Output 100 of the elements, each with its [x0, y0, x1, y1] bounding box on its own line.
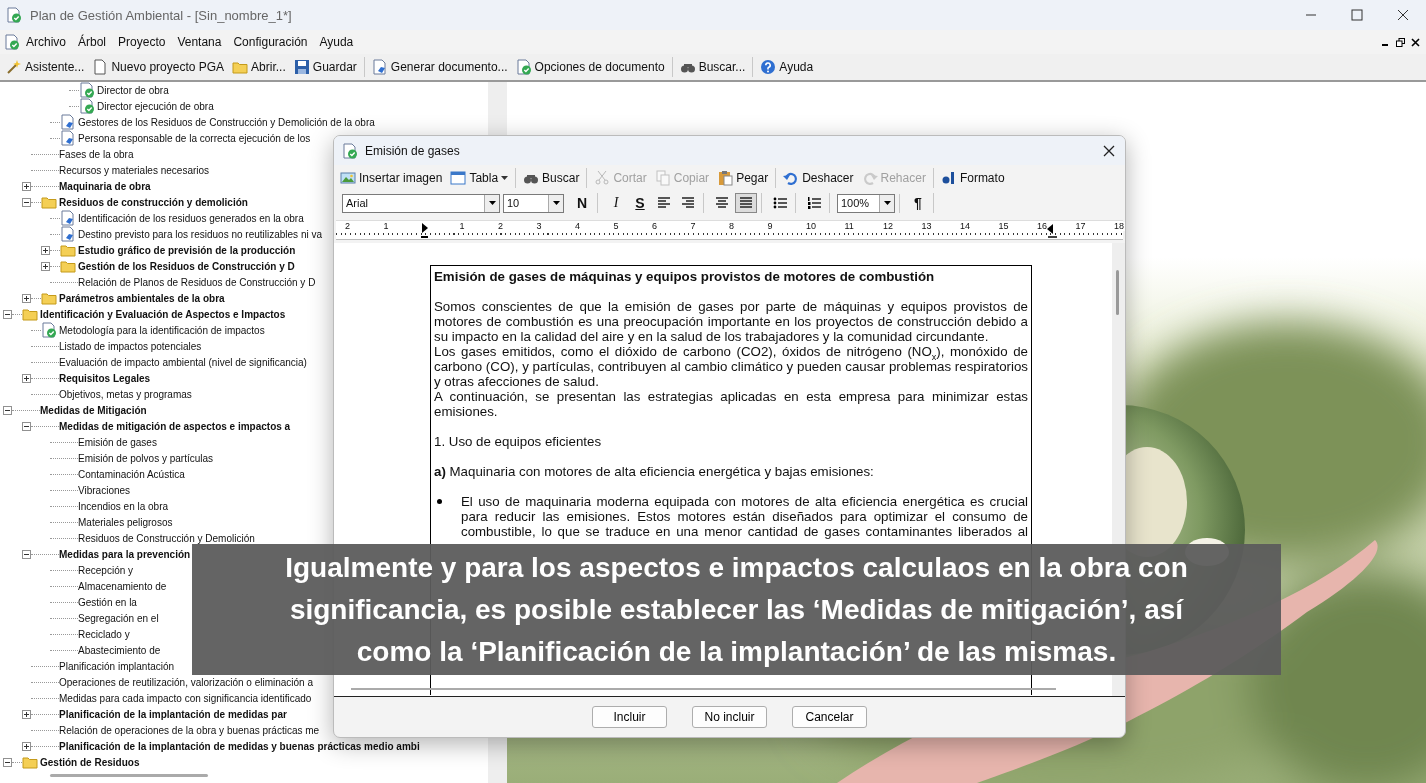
expand-toggle[interactable] — [3, 309, 12, 319]
tree-item[interactable]: Incendios en la obra — [78, 500, 169, 512]
tree-item[interactable]: Destino previsto para los residuos no reutilizables ni va — [78, 228, 322, 240]
tree-item[interactable]: Medidas para la prevención — [59, 548, 191, 560]
maximize-icon[interactable] — [1351, 9, 1363, 21]
toolbar-button[interactable]: Opciones de documento — [511, 57, 669, 77]
toolbar-button[interactable]: Nuevo proyecto PGA — [88, 57, 229, 77]
tree-item[interactable]: Emisión de polvos y partículas — [78, 452, 214, 464]
tree-item[interactable]: Metodología para la identificación de impactos — [59, 324, 265, 336]
tree-item[interactable]: Recursos y materiales necesarios — [59, 164, 210, 176]
tree-item[interactable]: Requisitos Legales — [59, 372, 151, 384]
menu-item[interactable]: Árbol — [72, 35, 113, 49]
toolbar-button[interactable]: Ayuda — [756, 57, 818, 77]
table-icon — [450, 170, 467, 186]
tree-item[interactable]: Maquinaria de obra — [59, 180, 151, 192]
expand-toggle[interactable] — [22, 741, 31, 751]
toolbar-button[interactable]: Guardar — [289, 57, 361, 77]
toolbar-button[interactable]: Insertar imagen — [336, 168, 447, 188]
expand-toggle[interactable] — [3, 757, 12, 767]
toolbar-button[interactable]: Buscar... — [675, 57, 750, 77]
toolbar-button[interactable]: Buscar — [519, 168, 584, 188]
tree-item[interactable]: Identificación y Evaluación de Aspectos e Impactos — [40, 308, 286, 320]
expand-toggle[interactable] — [22, 181, 31, 191]
tree-item[interactable]: Medidas de Mitigación — [40, 404, 147, 416]
expand-toggle[interactable] — [22, 373, 31, 383]
tree-item[interactable]: Planificación de la implantación de medidas y buenas prácticas medio ambi — [59, 740, 420, 752]
expand-toggle[interactable] — [41, 245, 50, 255]
tree-item[interactable]: Persona responsable de la correcta ejecución de los — [78, 132, 311, 144]
close-icon[interactable] — [1411, 37, 1420, 47]
tree-item[interactable]: Residuos de construcción y demolición — [59, 196, 248, 208]
menu-item[interactable]: Proyecto — [112, 35, 172, 49]
tree-item[interactable]: Segregación en el — [78, 612, 159, 624]
format-button[interactable] — [735, 193, 757, 213]
toolbar-button[interactable]: Deshacer — [779, 168, 858, 188]
zoom-select[interactable]: 100% — [837, 193, 895, 213]
toolbar-button[interactable]: Formato — [936, 168, 1009, 188]
paragraph: a) Maquinaria con motores de alta eficiencia energética y bajas emisiones: — [434, 464, 875, 479]
format-icon — [940, 170, 957, 186]
tree-item[interactable]: Fases de la obra — [59, 148, 134, 160]
tree-item[interactable]: Gestión de los Residuos de Construcción y D — [78, 260, 295, 272]
toolbar-button[interactable]: Abrir... — [228, 57, 290, 77]
tree-item[interactable]: Director de obra — [97, 84, 169, 96]
format-button[interactable]: S — [629, 193, 651, 213]
tree-item[interactable]: Identificación de los residuos generados en la obra — [78, 212, 304, 224]
tree-item[interactable]: Medidas para cada impacto con significancia identificado — [59, 692, 312, 704]
tree-item[interactable]: Vibraciones — [78, 484, 131, 496]
expand-toggle[interactable] — [41, 261, 50, 271]
menu-item[interactable]: Archivo — [20, 35, 72, 49]
format-button[interactable]: I — [605, 193, 627, 213]
toolbar-button[interactable]: Pegar — [713, 168, 773, 188]
tree-item[interactable]: Medidas de mitigación de aspectos e impactos a — [59, 420, 291, 432]
tree-item[interactable]: Contaminación Acústica — [78, 468, 185, 480]
tree-item[interactable]: Recepción y — [78, 564, 134, 576]
tree-item[interactable]: Listado de impactos potenciales — [59, 340, 202, 352]
tree-item[interactable]: Planificación implantación — [59, 660, 175, 672]
tree-item[interactable]: Emisión de gases — [78, 436, 157, 448]
document-heading: Emisión de gases de máquinas y equipos provistos de motores de combustión — [434, 269, 936, 284]
expand-toggle[interactable] — [22, 709, 31, 719]
tree-item[interactable]: Abastecimiento de — [78, 644, 161, 656]
expand-toggle[interactable] — [22, 549, 31, 559]
expand-toggle[interactable] — [3, 405, 12, 415]
menu-item[interactable]: Ayuda — [313, 35, 360, 49]
toolbar-button[interactable]: Generar documento... — [367, 57, 512, 77]
format-button[interactable]: ¶ — [907, 193, 929, 213]
tree-item[interactable]: Evaluación de impacto ambiental (nivel de significancia) — [59, 356, 307, 368]
tree-item[interactable]: Residuos de Construcción y Demolición — [78, 532, 255, 544]
dialog-button[interactable]: No incluir — [692, 706, 767, 728]
tree-item[interactable]: Parámetros ambientales de la obra — [59, 292, 225, 304]
redo-icon — [861, 170, 878, 186]
tree-item[interactable]: Gestión de Residuos — [40, 756, 140, 768]
tree-item[interactable]: Gestores de los Residuos de Construcción y Demolición de la obra — [78, 116, 375, 128]
tree-item[interactable]: Materiales peligrosos — [78, 516, 173, 528]
expand-toggle[interactable] — [22, 293, 31, 303]
indent-marker-icon[interactable] — [1046, 223, 1058, 239]
document-check-icon — [6, 7, 22, 23]
size-select[interactable]: 10 — [503, 193, 564, 213]
format-button[interactable]: N — [571, 193, 593, 213]
close-icon[interactable] — [1397, 9, 1409, 21]
expand-toggle[interactable] — [22, 197, 31, 207]
paragraph: Los gases emitidos, como el dióxido de carbono (CO2), óxidos de nitrógeno (NO$_{x}$), monóxido de carbono (CO), y partículas, contribuyen al cambio climático y pueden causar problemas respiratorios y otras afecciones de salud. — [434, 344, 1028, 389]
tree-item[interactable]: Estudio gráfico de previsión de la producción — [78, 244, 296, 256]
dialog-button[interactable]: Incluir — [592, 706, 667, 728]
menu-item[interactable]: Ventana — [171, 35, 228, 49]
expand-toggle[interactable] — [22, 421, 31, 431]
indent-marker-icon[interactable] — [421, 222, 429, 238]
tree-item[interactable]: Director ejecución de obra — [97, 100, 214, 112]
restore-icon[interactable] — [1396, 37, 1405, 47]
toolbar-button[interactable]: Tabla — [446, 168, 513, 188]
toolbar-button[interactable]: Asistente... — [2, 57, 89, 77]
tree-item[interactable]: Planificación de la implantación de medidas par — [59, 708, 287, 720]
font-select[interactable]: Arial — [342, 193, 500, 213]
tree-item[interactable]: Relación de operaciones de la obra y buenas prácticas me — [59, 724, 320, 736]
tree-item[interactable]: Objetivos, metas y programas — [59, 388, 192, 400]
dialog-button[interactable]: Cancelar — [792, 706, 867, 728]
tree-item[interactable]: Gestión en la — [78, 596, 137, 608]
tree-item[interactable]: Relación de Planos de Residuos de Construcción y D — [78, 276, 316, 288]
tree-item[interactable]: Operaciones de reutilización, valorización o eliminación a — [59, 676, 314, 688]
menu-item[interactable]: Configuración — [227, 35, 314, 49]
tree-item[interactable]: Reciclado y — [78, 628, 130, 640]
tree-item[interactable]: Almacenamiento de — [78, 580, 167, 592]
